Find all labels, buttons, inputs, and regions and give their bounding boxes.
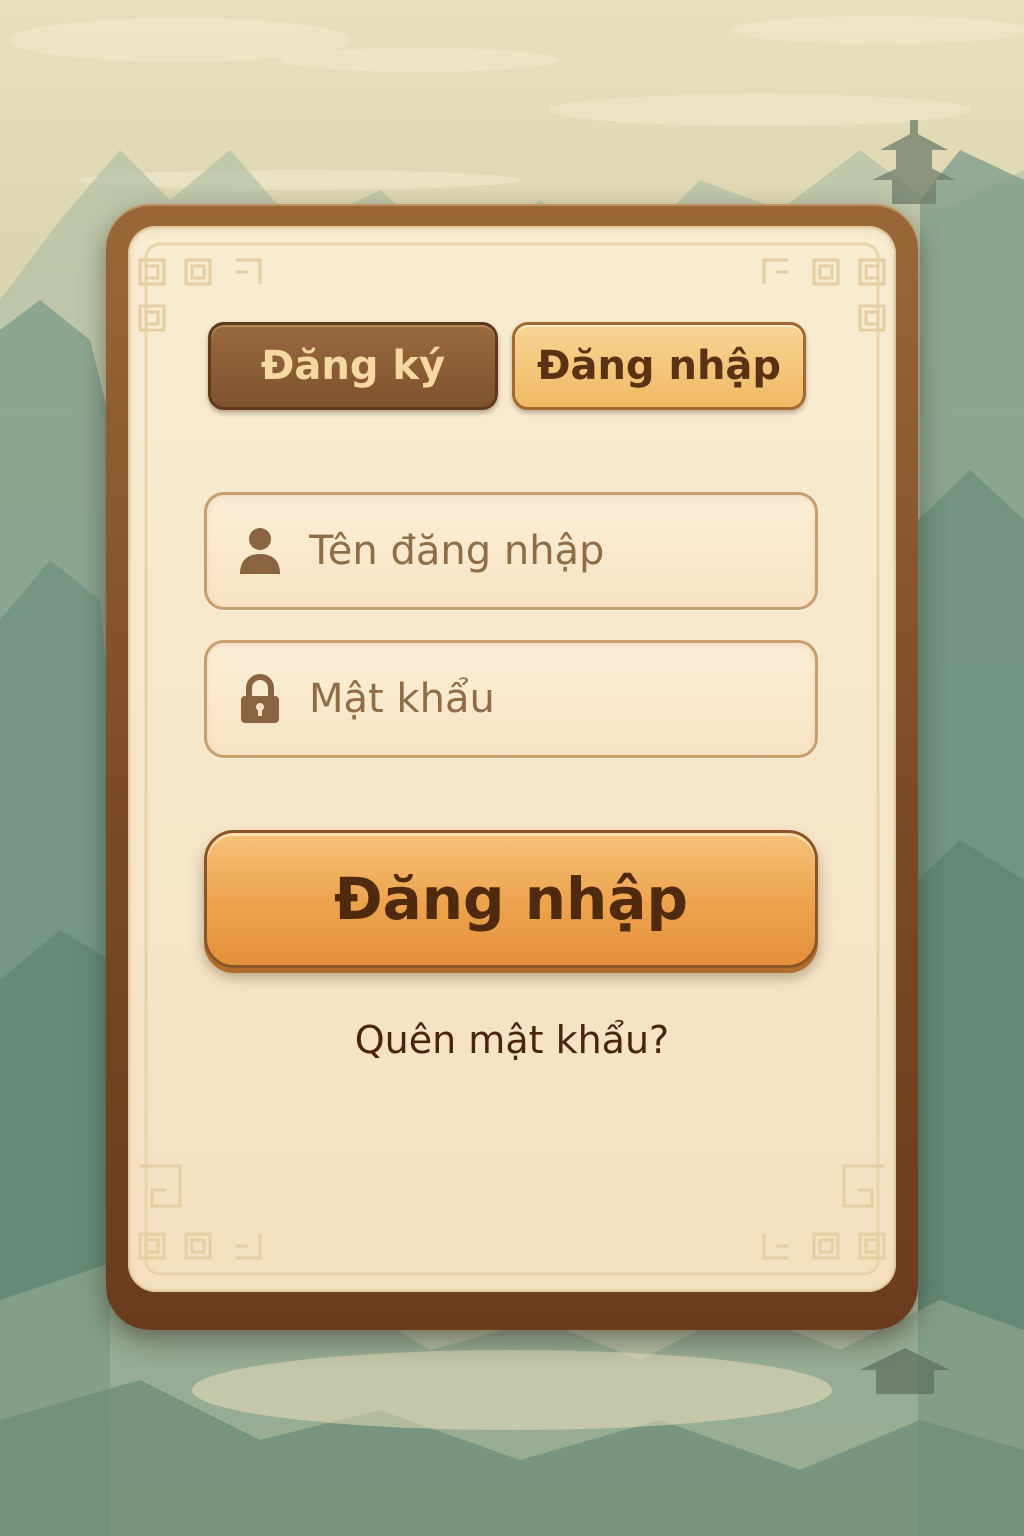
login-card-frame: Đăng ký Đăng nhập Tên đăng nhập Đăng nhậ…	[106, 204, 918, 1330]
forgot-password-link[interactable]: Quên mật khẩu?	[128, 1018, 896, 1062]
password-field[interactable]	[204, 640, 818, 758]
user-icon	[237, 525, 283, 577]
tab-register-label: Đăng ký	[260, 343, 446, 389]
tab-login[interactable]: Đăng nhập	[512, 322, 806, 410]
tab-register[interactable]: Đăng ký	[208, 322, 498, 410]
login-submit-button[interactable]: Đăng nhập	[204, 830, 818, 968]
lock-icon	[237, 673, 283, 725]
password-input[interactable]	[309, 669, 789, 729]
login-submit-label: Đăng nhập	[334, 865, 688, 933]
username-input[interactable]	[309, 521, 789, 581]
login-card-panel: Đăng ký Đăng nhập Tên đăng nhập Đăng nhậ…	[128, 226, 896, 1292]
tab-login-label: Đăng nhập	[536, 343, 782, 389]
username-field[interactable]	[204, 492, 818, 610]
